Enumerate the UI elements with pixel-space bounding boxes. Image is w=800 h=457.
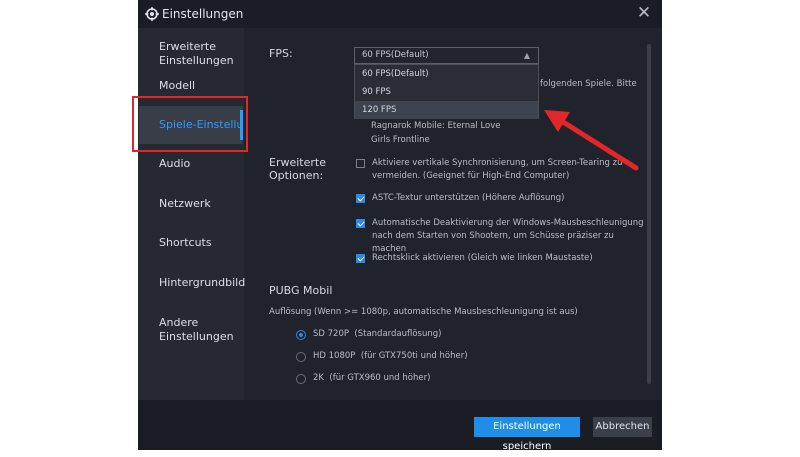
advanced-options-label: Erweiterte Optionen: xyxy=(269,156,326,182)
vsync-checkbox[interactable] xyxy=(356,159,365,168)
right-click-option-text: Rechtsklick aktivieren (Gleich wie linke… xyxy=(372,253,593,263)
astc-checkbox[interactable] xyxy=(356,194,365,203)
resolution-option-sd-720p: SD 720P (Standardauflösung) xyxy=(313,328,441,341)
fps-option-120[interactable]: 120 FPS xyxy=(355,101,538,119)
resolution-name: 2K xyxy=(313,373,324,383)
pubg-section-title: PUBG Mobil xyxy=(269,284,333,297)
game-list-item: Ragnarok Mobile: Eternal Love xyxy=(371,121,501,131)
fps-option-60[interactable]: 60 FPS(Default) xyxy=(355,65,538,83)
resolution-radio-2k[interactable] xyxy=(296,374,306,384)
resolution-name: SD 720P xyxy=(313,329,349,339)
sidebar-item-advanced-settings[interactable]: Erweiterte Einstellungen xyxy=(159,40,234,68)
game-list-item: Girls Frontline xyxy=(371,135,430,145)
vsync-option-text: Aktiviere vertikale Synchronisierung, um… xyxy=(372,158,623,181)
sidebar-item-network[interactable]: Netzwerk xyxy=(159,197,211,211)
resolution-option-hd-1080p: HD 1080P (für GTX750ti und höher) xyxy=(313,350,468,363)
sidebar-item-shortcuts[interactable]: Shortcuts xyxy=(159,236,212,250)
right-click-checkbox[interactable] xyxy=(356,254,365,263)
sidebar-item-game-settings[interactable]: Spiele-Einstellungen xyxy=(139,106,243,144)
fps-label: FPS: xyxy=(269,47,293,60)
sidebar: Erweiterte Einstellungen Modell Spiele-E… xyxy=(132,28,248,400)
close-icon[interactable]: ✕ xyxy=(634,3,654,23)
fps-select-value: 60 FPS(Default) xyxy=(362,50,429,60)
mouse-acceleration-checkbox[interactable] xyxy=(356,219,365,228)
chevron-up-icon: ▲ xyxy=(523,51,530,60)
resolution-name: HD 1080P xyxy=(313,351,356,361)
cancel-button[interactable]: Abbrechen xyxy=(593,417,652,437)
save-settings-button[interactable]: Einstellungen speichern xyxy=(474,417,580,452)
resolution-radio-hd-1080p[interactable] xyxy=(296,352,306,362)
footer-bar: Einstellungen speichern Abbrechen xyxy=(138,400,662,452)
astc-option-text: ASTC-Textur unterstützen (Höhere Auflösu… xyxy=(372,193,565,203)
gear-icon xyxy=(145,7,159,21)
resolution-radio-sd-720p[interactable] xyxy=(296,330,306,340)
content-scrollbar[interactable] xyxy=(647,44,651,384)
fps-option-90[interactable]: 90 FPS xyxy=(355,83,538,101)
window-title: Einstellungen xyxy=(162,7,244,21)
sidebar-item-model[interactable]: Modell xyxy=(159,79,195,93)
sidebar-item-audio[interactable]: Audio xyxy=(159,157,190,171)
resolution-note: (für GTX750ti und höher) xyxy=(360,351,468,361)
settings-window: Einstellungen ✕ Erweiterte Einstellungen… xyxy=(132,0,662,452)
fps-hint-text: folgenden Spiele. Bitte xyxy=(540,79,637,89)
resolution-option-2k: 2K (für GTX960 und höher) xyxy=(313,372,430,385)
settings-content: FPS: folgenden Spiele. Bitte Ragnarok Mo… xyxy=(244,28,662,400)
mouse-acceleration-option-text: Automatische Deaktivierung der Windows-M… xyxy=(372,218,644,254)
fps-dropdown-menu: 60 FPS(Default) 90 FPS 120 FPS xyxy=(354,64,539,119)
title-bar: Einstellungen ✕ xyxy=(138,0,662,28)
fps-select[interactable]: 60 FPS(Default) ▲ xyxy=(354,47,539,64)
resolution-note: (für GTX960 und höher) xyxy=(329,373,431,383)
pubg-resolution-label: Auflösung (Wenn >= 1080p, automatische M… xyxy=(269,307,578,317)
sidebar-item-other-settings[interactable]: Andere Einstellungen xyxy=(159,316,234,344)
resolution-note: (Standardauflösung) xyxy=(354,329,442,339)
sidebar-item-wallpaper[interactable]: Hintergrundbild xyxy=(159,276,245,290)
